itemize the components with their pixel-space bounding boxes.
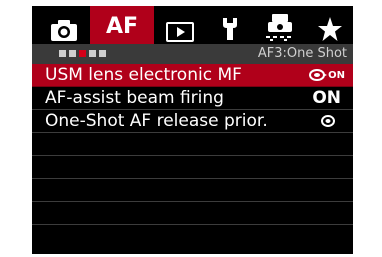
tab-af[interactable]: AF — [90, 6, 154, 44]
wrench-icon — [223, 18, 237, 40]
subtab-indicator-4[interactable] — [89, 50, 96, 57]
row-value-text: ON — [328, 69, 345, 81]
subtab-indicator-2[interactable] — [69, 50, 76, 57]
camera-icon — [51, 20, 77, 41]
tab-setup[interactable] — [210, 6, 250, 44]
row-label: AF-assist beam firing — [45, 88, 224, 108]
menu-row-empty — [32, 202, 353, 225]
row-value: ON — [312, 88, 341, 108]
custom-function-icon — [266, 14, 292, 41]
menu-row-usm-lens-electronic-mf[interactable]: USM lens electronic MF ON — [32, 64, 353, 87]
menu-row-af-assist-beam-firing[interactable]: AF-assist beam firing ON — [32, 87, 353, 110]
tab-my-menu[interactable] — [310, 6, 350, 44]
row-label: One-Shot AF release prior. — [45, 111, 268, 131]
star-icon — [318, 17, 342, 41]
row-label: USM lens electronic MF — [45, 65, 242, 85]
menu-row-empty — [32, 156, 353, 179]
tab-playback[interactable] — [160, 6, 200, 44]
menu-screen: AF AF3:One Shot USM lens electronic MF O… — [32, 6, 353, 254]
menu-row-empty — [32, 179, 353, 202]
row-value — [321, 110, 335, 132]
subtab-indicator-3-active[interactable] — [79, 50, 86, 57]
tab-shooting[interactable] — [44, 6, 84, 44]
menu-page-title: AF3:One Shot — [257, 46, 347, 61]
subtab-indicator-5[interactable] — [99, 50, 106, 57]
row-value: ON — [309, 64, 345, 86]
menu-row-empty — [32, 225, 353, 248]
menu-tab-bar: AF — [32, 6, 353, 44]
menu-row-empty — [32, 133, 353, 156]
tab-custom[interactable] — [258, 6, 302, 44]
menu-row-one-shot-af-release-priority[interactable]: One-Shot AF release prior. — [32, 110, 353, 133]
tab-af-label: AF — [105, 14, 139, 39]
focus-priority-icon — [321, 115, 335, 127]
manual-focus-after-af-icon — [309, 69, 328, 81]
sub-tab-bar: AF3:One Shot — [32, 44, 353, 64]
playback-icon — [166, 22, 194, 42]
subtab-indicator-1[interactable] — [59, 50, 66, 57]
